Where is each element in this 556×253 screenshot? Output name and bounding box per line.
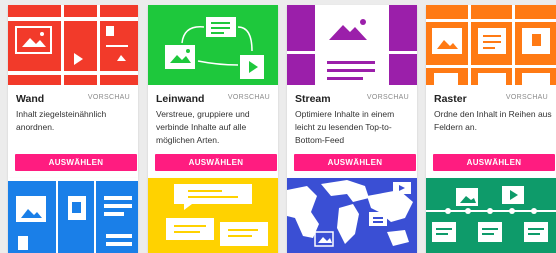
timeline-thumbnail <box>426 178 556 253</box>
card-description: Verstreue, gruppiere und verbinde Inhalt… <box>156 109 250 145</box>
preview-link[interactable]: VORSCHAU <box>88 94 130 101</box>
layout-card-columns[interactable] <box>8 178 138 253</box>
layout-card-timeline[interactable] <box>426 178 556 253</box>
card-description: Ordne den Inhalt in Reihen aus Feldern a… <box>434 109 552 132</box>
card-title: Leinwand <box>156 93 205 105</box>
layout-card-leinwand[interactable]: Leinwand VORSCHAU Verstreue, gruppiere u… <box>148 5 278 178</box>
layout-card-raster[interactable]: Raster VORSCHAU Ordne den Inhalt in Reih… <box>426 5 556 178</box>
wall-thumbnail <box>8 5 138 85</box>
chat-thumbnail <box>148 178 278 253</box>
card-title: Stream <box>295 93 331 105</box>
select-button[interactable]: AUSWÄHLEN <box>15 154 137 171</box>
stream-thumbnail <box>287 5 417 85</box>
card-title: Wand <box>16 93 45 105</box>
preview-link[interactable]: VORSCHAU <box>506 94 548 101</box>
layout-card-map[interactable] <box>287 178 417 253</box>
card-description: Optimiere Inhalte in einem leicht zu les… <box>295 109 395 145</box>
select-button[interactable]: AUSWÄHLEN <box>433 154 555 171</box>
layout-card-wand[interactable]: Wand VORSCHAU Inhalt ziegelsteinähnlich … <box>8 5 138 178</box>
preview-link[interactable]: VORSCHAU <box>367 94 409 101</box>
grid-thumbnail <box>426 5 556 85</box>
card-title: Raster <box>434 93 467 105</box>
select-button[interactable]: AUSWÄHLEN <box>294 154 416 171</box>
canvas-thumbnail <box>148 5 278 85</box>
layout-card-chat[interactable] <box>148 178 278 253</box>
columns-thumbnail <box>8 178 138 253</box>
layout-card-stream[interactable]: Stream VORSCHAU Optimiere Inhalte in ein… <box>287 5 417 178</box>
map-thumbnail <box>287 178 417 253</box>
preview-link[interactable]: VORSCHAU <box>228 94 270 101</box>
card-description: Inhalt ziegelsteinähnlich anordnen. <box>16 109 107 132</box>
select-button[interactable]: AUSWÄHLEN <box>155 154 277 171</box>
